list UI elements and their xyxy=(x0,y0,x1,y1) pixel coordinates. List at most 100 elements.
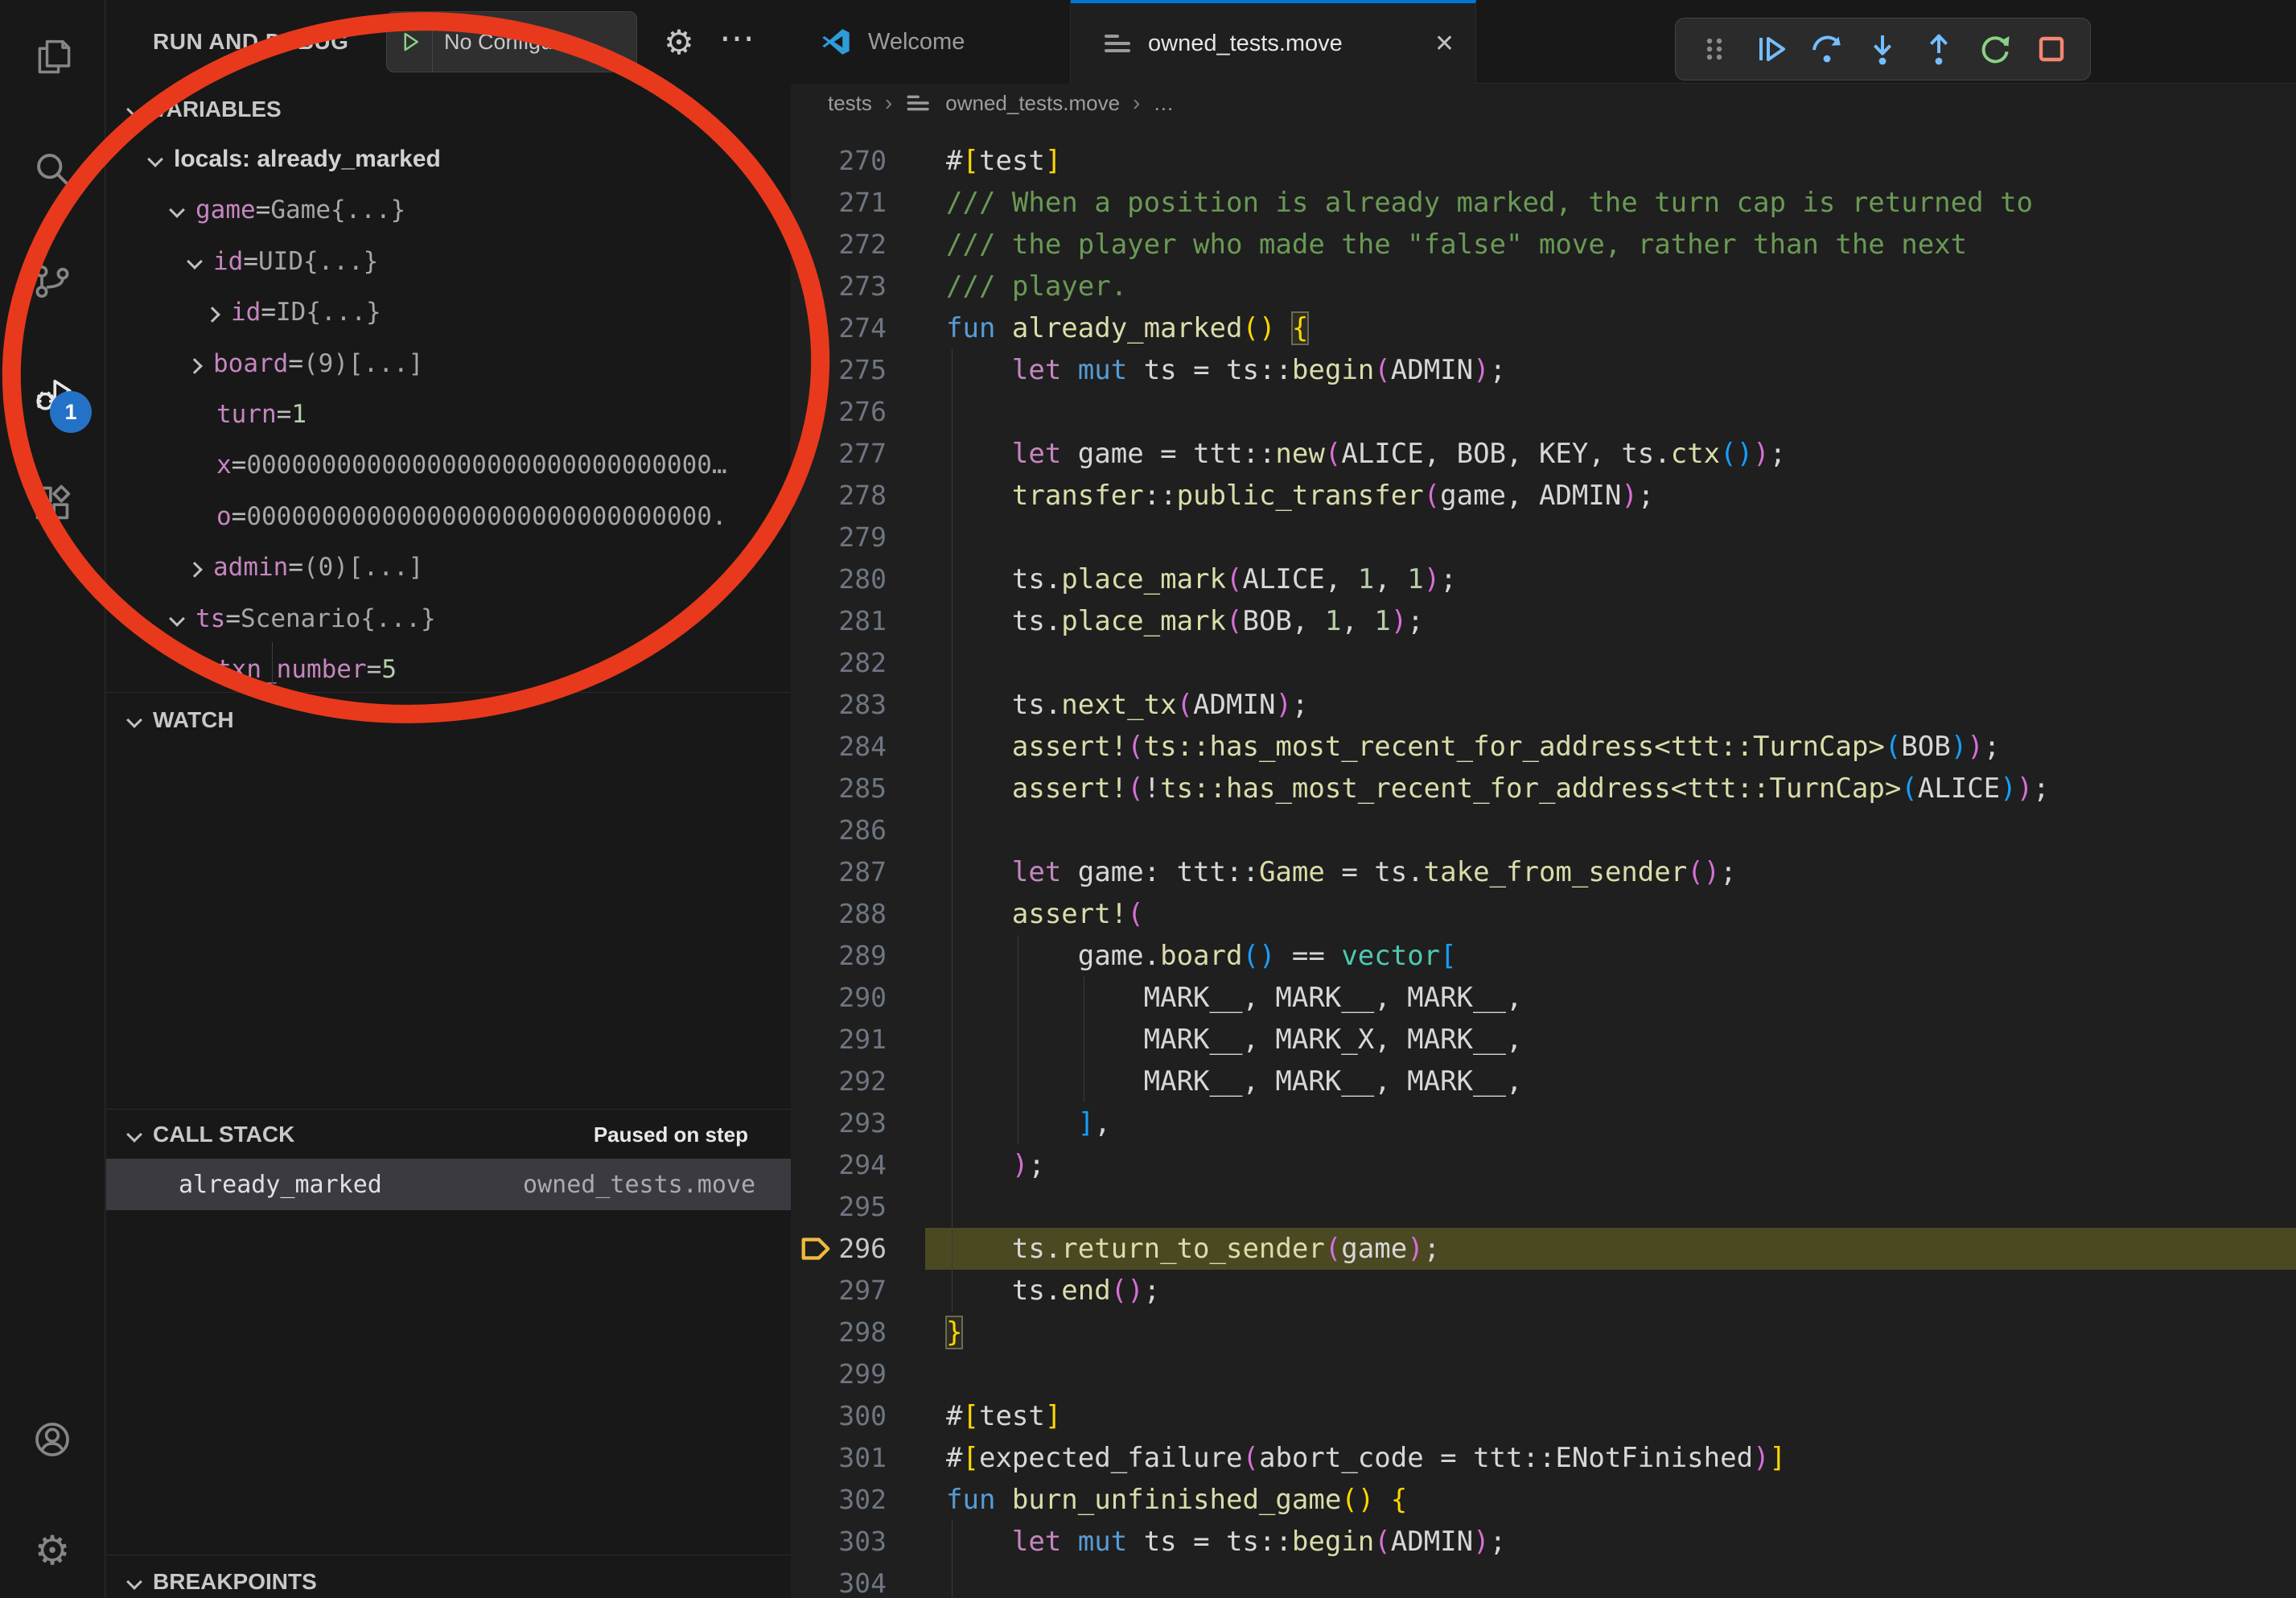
code-text[interactable]: ts.next_tx(ADMIN); xyxy=(946,684,1308,726)
watch-section-header[interactable]: WATCH xyxy=(127,701,234,739)
variables-scope-row[interactable]: locals: already_marked xyxy=(106,137,833,182)
variable-row-id[interactable]: id = UID{...} xyxy=(106,239,872,284)
settings-gear-icon[interactable]: ⚙ xyxy=(31,1530,73,1571)
code-text[interactable]: fun burn_unfinished_game() { xyxy=(946,1479,1407,1521)
line-number[interactable]: 287 xyxy=(791,851,887,893)
code-text[interactable]: fun already_marked() { xyxy=(946,307,1308,349)
code-text[interactable]: /// When a position is already marked, t… xyxy=(946,182,2033,224)
restart-button[interactable] xyxy=(1976,30,2014,68)
breadcrumb-item-more[interactable]: … xyxy=(1153,91,1174,116)
line-number[interactable]: 296 xyxy=(791,1228,887,1270)
code-text[interactable]: assert!( xyxy=(946,893,1144,935)
code-text[interactable]: MARK__, MARK_X, MARK__, xyxy=(946,1019,1522,1061)
close-icon[interactable]: ✕ xyxy=(1434,30,1455,58)
line-number[interactable]: 299 xyxy=(791,1353,887,1395)
step-into-button[interactable] xyxy=(1863,30,1902,68)
line-number[interactable]: 300 xyxy=(791,1395,887,1437)
line-number[interactable]: 301 xyxy=(791,1437,887,1479)
line-number[interactable]: 303 xyxy=(791,1521,887,1563)
line-number[interactable]: 283 xyxy=(791,684,887,726)
code-text[interactable]: transfer::public_transfer(game, ADMIN); xyxy=(946,475,1654,517)
source-control-icon[interactable] xyxy=(31,261,73,303)
variable-row-game[interactable]: game = Game{...} xyxy=(106,187,854,233)
breadcrumb-item-tests[interactable]: tests xyxy=(828,91,872,116)
variables-section-header[interactable]: VARIABLES xyxy=(127,90,282,129)
line-number[interactable]: 279 xyxy=(791,517,887,558)
line-number[interactable]: 285 xyxy=(791,768,887,809)
line-number[interactable]: 277 xyxy=(791,433,887,475)
more-actions-icon[interactable]: ⋯ xyxy=(719,18,755,59)
line-number[interactable]: 270 xyxy=(791,140,887,182)
code-text[interactable]: #[test] xyxy=(946,140,1061,182)
line-number[interactable]: 272 xyxy=(791,224,887,266)
code-text[interactable]: ts.return_to_sender(game); xyxy=(946,1228,1440,1270)
line-number[interactable]: 271 xyxy=(791,182,887,224)
line-number[interactable]: 281 xyxy=(791,600,887,642)
stop-button[interactable] xyxy=(2032,30,2071,68)
code-text[interactable]: let mut ts = ts::begin(ADMIN); xyxy=(946,1521,1506,1563)
code-text[interactable]: MARK__, MARK__, MARK__, xyxy=(946,977,1522,1019)
explorer-icon[interactable] xyxy=(31,35,73,77)
code-text[interactable]: /// the player who made the "false" move… xyxy=(946,224,1967,266)
line-number[interactable]: 290 xyxy=(791,977,887,1019)
tab-owned-tests-move[interactable]: owned_tests.move ✕ xyxy=(1071,0,1476,84)
line-number[interactable]: 293 xyxy=(791,1102,887,1144)
code-text[interactable]: let game: ttt::Game = ts.take_from_sende… xyxy=(946,851,1737,893)
code-text[interactable]: /// player. xyxy=(946,266,1127,307)
code-text[interactable]: ); xyxy=(946,1144,1045,1186)
line-number[interactable]: 304 xyxy=(791,1563,887,1598)
line-number[interactable]: 291 xyxy=(791,1019,887,1061)
code-text[interactable]: #[test] xyxy=(946,1395,1061,1437)
variable-row-board[interactable]: board = (9)[...] xyxy=(106,341,872,386)
debug-settings-gear-icon[interactable]: ⚙ xyxy=(660,23,698,62)
code-text[interactable]: ], xyxy=(946,1102,1111,1144)
variable-row-ts[interactable]: ts = Scenario{...} xyxy=(106,596,854,641)
line-number[interactable]: 273 xyxy=(791,266,887,307)
code-text[interactable]: ts.place_mark(ALICE, 1, 1); xyxy=(946,558,1457,600)
code-text[interactable]: ts.end(); xyxy=(946,1270,1160,1312)
variable-row-x[interactable]: x = 0000000000000000000000000000000… xyxy=(106,443,901,488)
line-number[interactable]: 302 xyxy=(791,1479,887,1521)
variable-row-admin[interactable]: admin = (0)[...] xyxy=(106,545,872,590)
breakpoints-section-header[interactable]: BREAKPOINTS xyxy=(127,1563,317,1598)
line-number[interactable]: 275 xyxy=(791,349,887,391)
line-number[interactable]: 276 xyxy=(791,391,887,433)
code-text[interactable]: assert!(!ts::has_most_recent_for_address… xyxy=(946,768,2050,809)
breadcrumb-item-file[interactable]: owned_tests.move xyxy=(945,91,1120,116)
code-text[interactable]: let mut ts = ts::begin(ADMIN); xyxy=(946,349,1506,391)
start-debug-icon[interactable] xyxy=(398,28,422,56)
code-text[interactable]: #[expected_failure(abort_code = ttt::ENo… xyxy=(946,1437,1786,1479)
debug-config-dropdown[interactable]: No Configur xyxy=(386,11,637,72)
step-over-button[interactable] xyxy=(1808,30,1846,68)
code-text[interactable]: game.board() == vector[ xyxy=(946,935,1457,977)
line-number[interactable]: 286 xyxy=(791,809,887,851)
line-number[interactable]: 280 xyxy=(791,558,887,600)
line-number[interactable]: 278 xyxy=(791,475,887,517)
code-text[interactable]: ts.place_mark(BOB, 1, 1); xyxy=(946,600,1424,642)
line-number[interactable]: 289 xyxy=(791,935,887,977)
search-icon[interactable] xyxy=(31,148,73,190)
drag-handle[interactable] xyxy=(1695,30,1734,68)
line-number[interactable]: 274 xyxy=(791,307,887,349)
variable-row-txn_number[interactable]: txn_number = 5 xyxy=(106,647,901,692)
code-text[interactable]: let game = ttt::new(ALICE, BOB, KEY, ts.… xyxy=(946,433,1786,475)
line-number[interactable]: 288 xyxy=(791,893,887,935)
variable-row-o[interactable]: o = 0000000000000000000000000000000. xyxy=(106,494,901,539)
line-number[interactable]: 284 xyxy=(791,726,887,768)
variable-row-turn[interactable]: turn = 1 xyxy=(106,392,901,437)
line-number[interactable]: 297 xyxy=(791,1270,887,1312)
continue-button[interactable] xyxy=(1751,30,1790,68)
code-text[interactable]: assert!(ts::has_most_recent_for_address<… xyxy=(946,726,2000,768)
line-number[interactable]: 282 xyxy=(791,642,887,684)
line-number[interactable]: 298 xyxy=(791,1312,887,1353)
step-out-button[interactable] xyxy=(1920,30,1958,68)
code-text[interactable]: MARK__, MARK__, MARK__, xyxy=(946,1061,1522,1102)
code-text[interactable]: } xyxy=(946,1312,962,1353)
tab-welcome[interactable]: Welcome xyxy=(791,0,1071,84)
line-number[interactable]: 292 xyxy=(791,1061,887,1102)
call-stack-frame[interactable]: already_marked owned_tests.move xyxy=(106,1159,791,1210)
line-number[interactable]: 295 xyxy=(791,1186,887,1228)
account-icon[interactable] xyxy=(31,1419,73,1460)
extensions-icon[interactable] xyxy=(31,482,73,524)
variable-row-id[interactable]: id = ID{...} xyxy=(106,290,890,335)
